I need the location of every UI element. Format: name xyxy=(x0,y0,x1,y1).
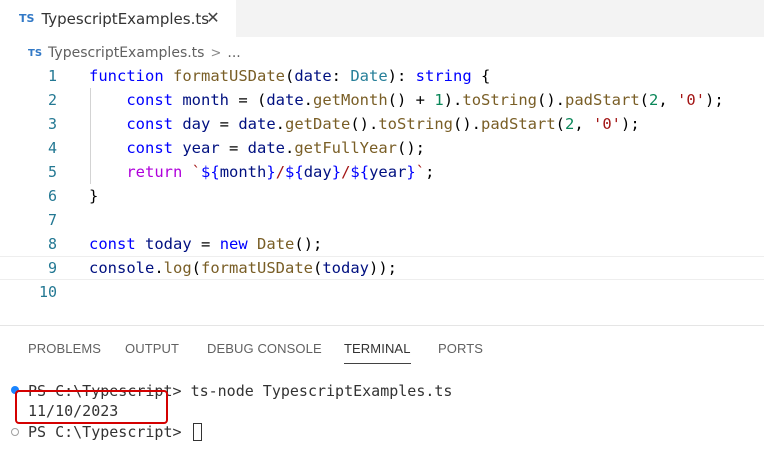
code-line: 7 xyxy=(0,208,764,232)
line-number: 5 xyxy=(47,163,57,181)
code-line: 8 const today = new Date(); xyxy=(0,232,764,256)
code-line: 3 const day = date.getDate().toString().… xyxy=(0,112,764,136)
code-line-text: } xyxy=(89,187,99,205)
code-line: 9 console.log(formatUSDate(today)); xyxy=(0,256,764,280)
line-number: 9 xyxy=(47,259,57,277)
chevron-right-icon: > xyxy=(210,45,222,61)
code-line: 10 xyxy=(0,280,764,304)
editor-tab-bar: TS TypescriptExamples.ts ✕ xyxy=(0,0,764,37)
tab-ports[interactable]: PORTS xyxy=(438,334,483,364)
code-line: 6 } xyxy=(0,184,764,208)
tab-terminal[interactable]: TERMINAL xyxy=(344,334,411,364)
panel-tab-bar: PROBLEMS OUTPUT DEBUG CONSOLE TERMINAL P… xyxy=(0,334,764,364)
code-line-text: return `${month}/${day}/${year}`; xyxy=(126,163,435,181)
code-line: 1 function formatUSDate(date: Date): str… xyxy=(0,64,764,88)
panel-divider[interactable] xyxy=(0,325,764,326)
terminal-cursor xyxy=(192,423,202,441)
code-line: 2 const month = (date.getMonth() + 1).to… xyxy=(0,88,764,112)
tab-problems[interactable]: PROBLEMS xyxy=(28,334,101,364)
terminal-command: ts-node TypescriptExamples.ts xyxy=(190,382,453,400)
tab-debug-console[interactable]: DEBUG CONSOLE xyxy=(207,334,322,364)
tab-title: TypescriptExamples.ts xyxy=(41,9,210,28)
line-number: 1 xyxy=(47,67,57,85)
breadcrumb-more[interactable]: ... xyxy=(227,45,240,61)
breadcrumb-file[interactable]: TypescriptExamples.ts xyxy=(48,45,204,61)
output-highlight-box xyxy=(15,390,168,424)
editor-tab-typescriptexamples[interactable]: TS TypescriptExamples.ts ✕ xyxy=(0,0,236,37)
code-line-text: const today = new Date(); xyxy=(89,235,323,253)
line-number: 2 xyxy=(47,91,57,109)
code-line-text: function formatUSDate(date: Date): strin… xyxy=(89,67,491,85)
code-line-text: const day = date.getDate().toString().pa… xyxy=(126,115,640,133)
typescript-file-icon: TS xyxy=(19,12,35,25)
tab-output[interactable]: OUTPUT xyxy=(125,334,179,364)
typescript-file-icon: TS xyxy=(28,47,43,59)
close-icon[interactable]: ✕ xyxy=(203,8,223,28)
code-line: 5 return `${month}/${day}/${year}`; xyxy=(0,160,764,184)
line-number: 10 xyxy=(38,283,57,301)
terminal-prompt: PS C:\Typescript> xyxy=(28,423,182,441)
code-editor[interactable]: 1 function formatUSDate(date: Date): str… xyxy=(0,64,764,314)
code-line-text: const month = (date.getMonth() + 1).toSt… xyxy=(126,91,724,109)
terminal-prompt-line: PS C:\Typescript> xyxy=(28,422,202,442)
code-line-text: console.log(formatUSDate(today)); xyxy=(89,259,398,277)
code-line: 4 const year = date.getFullYear(); xyxy=(0,136,764,160)
breadcrumb: TS TypescriptExamples.ts > ... xyxy=(28,43,241,63)
line-number: 8 xyxy=(47,235,57,253)
line-number: 6 xyxy=(47,187,57,205)
command-pending-dot-icon[interactable] xyxy=(11,428,19,436)
line-number: 3 xyxy=(47,115,57,133)
line-number: 4 xyxy=(47,139,57,157)
code-line-text: const year = date.getFullYear(); xyxy=(126,139,425,157)
line-number: 7 xyxy=(47,211,57,229)
